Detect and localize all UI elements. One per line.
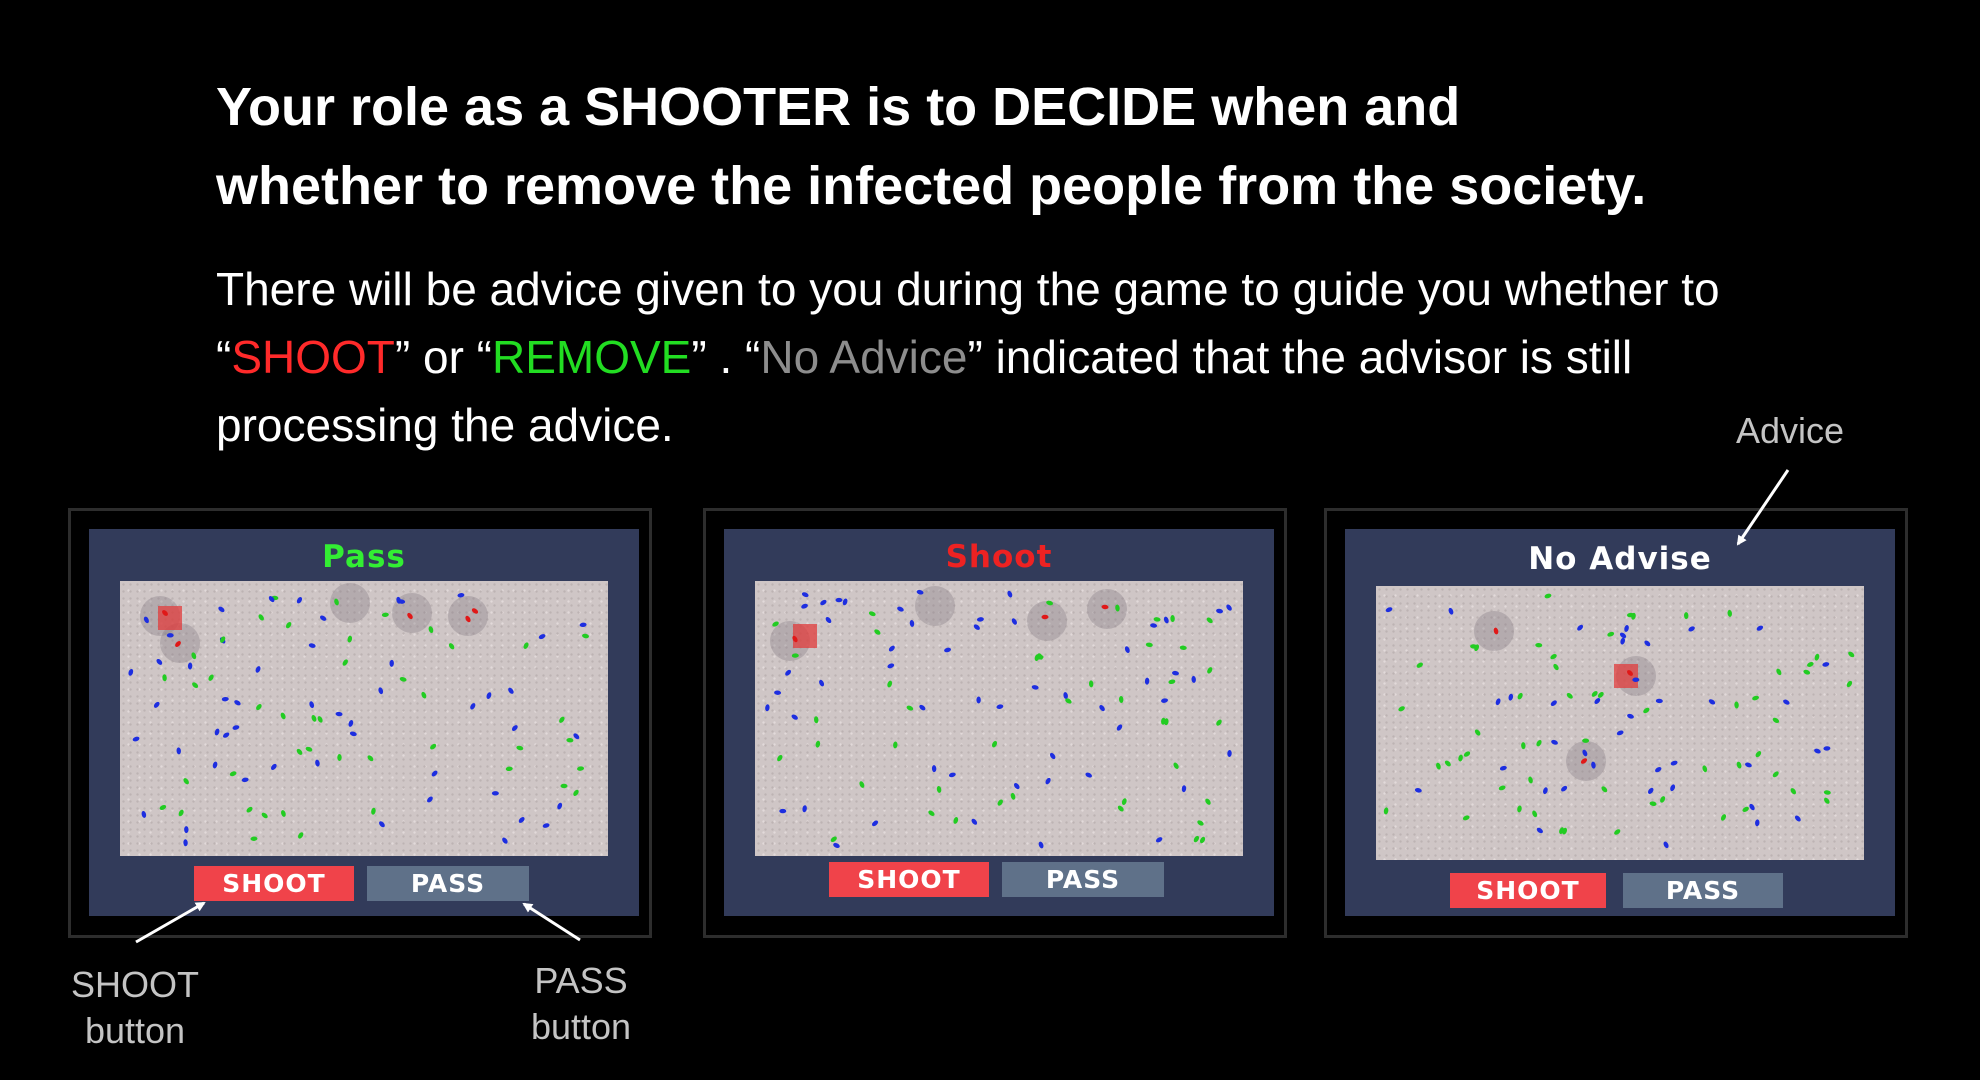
- arrow-to-shoot-button: [135, 901, 206, 944]
- arrow-to-advice: [1736, 469, 1790, 546]
- callout-arrows: [135, 469, 1790, 944]
- arrow-to-pass-button: [522, 902, 581, 942]
